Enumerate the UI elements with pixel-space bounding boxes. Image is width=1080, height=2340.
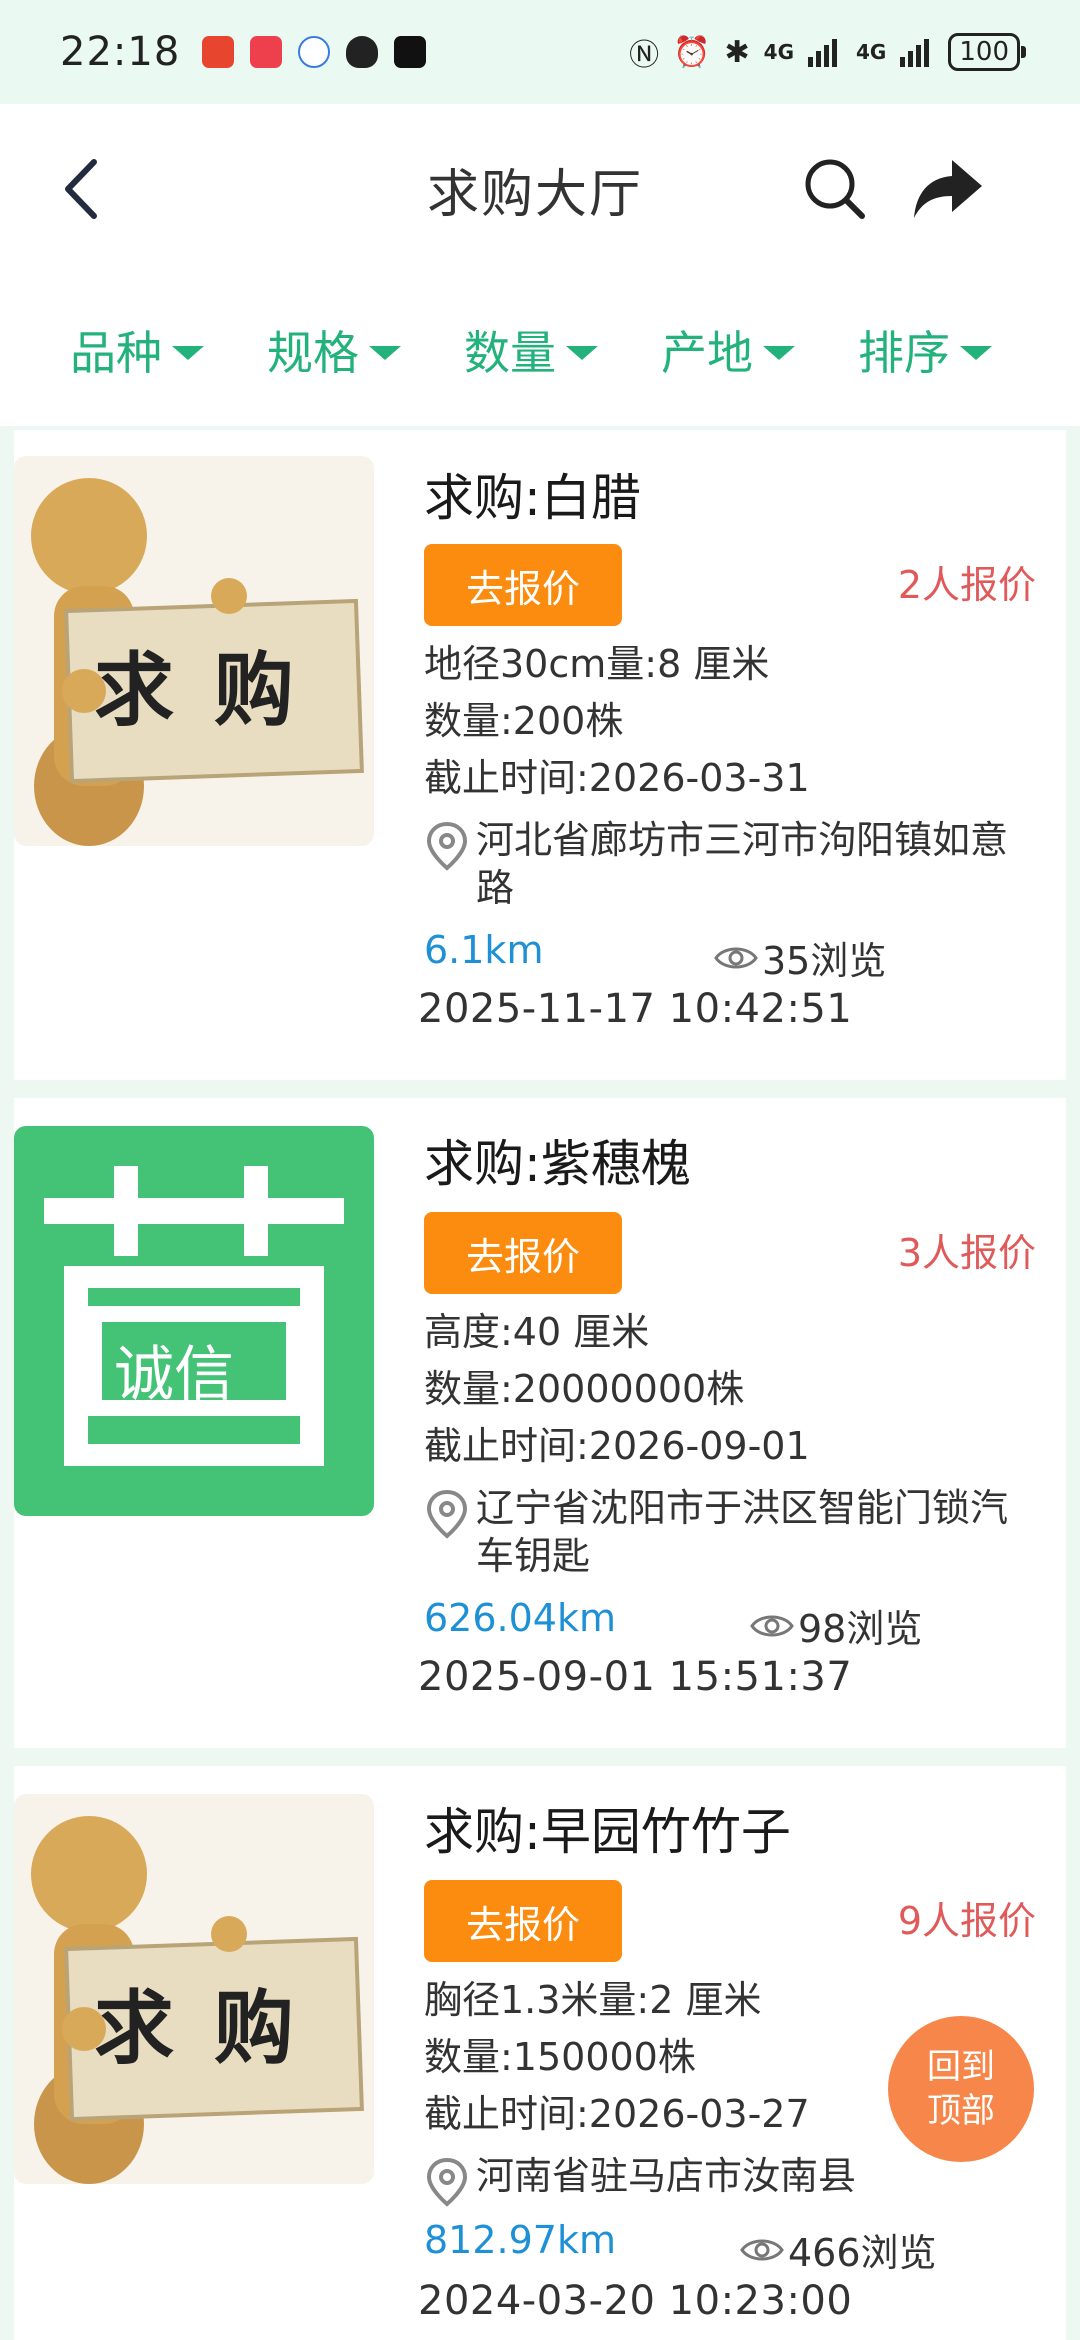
location-pin-icon [426, 821, 468, 871]
image-caption: 求 购 [94, 644, 300, 737]
filter-label: 产地 [661, 326, 753, 380]
app-notification-icon [202, 36, 235, 68]
item-title: 求购:紫穗槐 [424, 1135, 691, 1193]
qiugou-image: 求 购 [14, 456, 374, 846]
caret-down-icon [566, 346, 598, 360]
quote-button[interactable]: 去报价 [424, 544, 622, 626]
network-1-label: 4G [763, 40, 795, 64]
item-quantity: 数量:20000000株 [424, 1367, 745, 1411]
status-time: 22:18 [60, 29, 181, 75]
filter-bar: 品种 规格 数量 产地 排序 [0, 274, 1080, 426]
location-pin-icon [426, 1489, 468, 1539]
item-distance: 812.97km [424, 2218, 616, 2262]
filter-label: 数量 [464, 326, 556, 380]
quote-count: 9人报价 [897, 1899, 1036, 1943]
filter-quantity[interactable]: 数量 [464, 317, 661, 383]
item-date: 2025-09-01 15:51:37 [418, 1654, 853, 1700]
bird-notification-icon [298, 36, 331, 68]
share-icon [914, 160, 982, 218]
list-item[interactable]: 求 购 求购:白腊 去报价 2人报价 地径30cm量:8 厘米 数量:200株 … [14, 430, 1066, 1080]
item-spec: 胸径1.3米量:2 厘米 [424, 1978, 762, 2022]
item-date: 2025-11-17 10:42:51 [418, 986, 853, 1032]
location-pin-icon [426, 2157, 468, 2207]
quote-button[interactable]: 去报价 [424, 1880, 622, 1962]
views-count: 35浏览 [762, 939, 887, 983]
search-icon [805, 159, 865, 219]
search-button[interactable] [800, 154, 870, 224]
mall-notification-icon [250, 36, 283, 68]
quote-count: 2人报价 [897, 563, 1036, 607]
address-line: 路 [476, 866, 515, 910]
status-bar: 22:18 Ⓝ ⏰ ✱ 4G 4G 100 [0, 0, 1080, 104]
item-distance: 6.1km [424, 928, 544, 972]
signal-2-icon [900, 39, 930, 67]
item-address: 辽宁省沈阳市于洪区智能门锁汽 车钥匙 [424, 1484, 1064, 1580]
views-count: 98浏览 [798, 1607, 923, 1651]
eye-icon [740, 2239, 784, 2260]
filter-spec[interactable]: 规格 [267, 317, 464, 383]
item-views: 466浏览 [740, 2222, 937, 2277]
filter-label: 规格 [267, 326, 359, 380]
item-distance: 626.04km [424, 1596, 616, 1640]
caret-down-icon [369, 346, 401, 360]
caret-down-icon [172, 346, 204, 360]
back-to-top-button[interactable]: 回到 顶部 [888, 2016, 1034, 2162]
item-spec: 地径30cm量:8 厘米 [424, 642, 770, 686]
item-deadline: 截止时间:2026-09-01 [424, 1424, 810, 1468]
item-spec: 高度:40 厘米 [424, 1310, 650, 1354]
address-line: 车钥匙 [476, 1534, 591, 1578]
alarm-icon: ⏰ [673, 34, 711, 70]
item-views: 35浏览 [714, 930, 886, 985]
moji-notification-icon [394, 36, 427, 68]
back-to-top-label: 回到 [927, 2047, 995, 2087]
battery-indicator: 100 [948, 33, 1026, 71]
list-item[interactable]: 诚信 求购:紫穗槐 去报价 3人报价 高度:40 厘米 数量:20000000株… [14, 1098, 1066, 1748]
share-button[interactable] [910, 156, 986, 222]
back-to-top-label: 顶部 [927, 2091, 995, 2131]
bluetooth-icon: ✱ [724, 34, 750, 70]
item-quantity: 数量:200株 [424, 699, 624, 743]
item-title: 求购:早园竹竹子 [424, 1803, 791, 1861]
address-line: 辽宁省沈阳市于洪区智能门锁汽 [476, 1486, 1009, 1530]
address-line: 河南省驻马店市汝南县 [476, 2154, 857, 2198]
nfc-icon: Ⓝ [629, 38, 660, 73]
filter-label: 排序 [858, 326, 950, 380]
qq-notification-icon [346, 36, 379, 68]
item-deadline: 截止时间:2026-03-31 [424, 756, 810, 800]
top-nav-bar: 求购大厅 [0, 104, 1080, 274]
item-address: 河北省廊坊市三河市泃阳镇如意 路 [424, 816, 1064, 912]
network-2-label: 4G [856, 40, 887, 64]
image-caption: 诚信 [114, 1340, 234, 1410]
item-title: 求购:白腊 [424, 469, 641, 527]
notification-icons [202, 36, 427, 68]
caret-down-icon [960, 346, 992, 360]
address-line: 河北省廊坊市三河市泃阳镇如意 [476, 818, 1009, 862]
eye-icon [714, 947, 758, 968]
signal-1-icon [808, 39, 838, 67]
filter-origin[interactable]: 产地 [661, 317, 858, 383]
image-caption: 求 购 [94, 1982, 300, 2075]
qiugou-image: 求 购 [14, 1794, 374, 2184]
filter-sort[interactable]: 排序 [858, 317, 1055, 383]
caret-down-icon [763, 346, 795, 360]
filter-variety[interactable]: 品种 [70, 317, 267, 383]
item-date: 2024-03-20 10:23:00 [418, 2278, 853, 2324]
chengxin-logo: 诚信 [14, 1126, 374, 1516]
system-status: Ⓝ ⏰ ✱ 4G 4G 100 [629, 30, 1026, 74]
quote-button[interactable]: 去报价 [424, 1212, 622, 1294]
eye-icon [750, 1615, 794, 1636]
item-views: 98浏览 [750, 1598, 922, 1653]
quote-count: 3人报价 [897, 1231, 1036, 1275]
views-count: 466浏览 [788, 2231, 937, 2275]
filter-label: 品种 [70, 326, 162, 380]
item-quantity: 数量:150000株 [424, 2035, 696, 2079]
item-deadline: 截止时间:2026-03-27 [424, 2092, 810, 2136]
